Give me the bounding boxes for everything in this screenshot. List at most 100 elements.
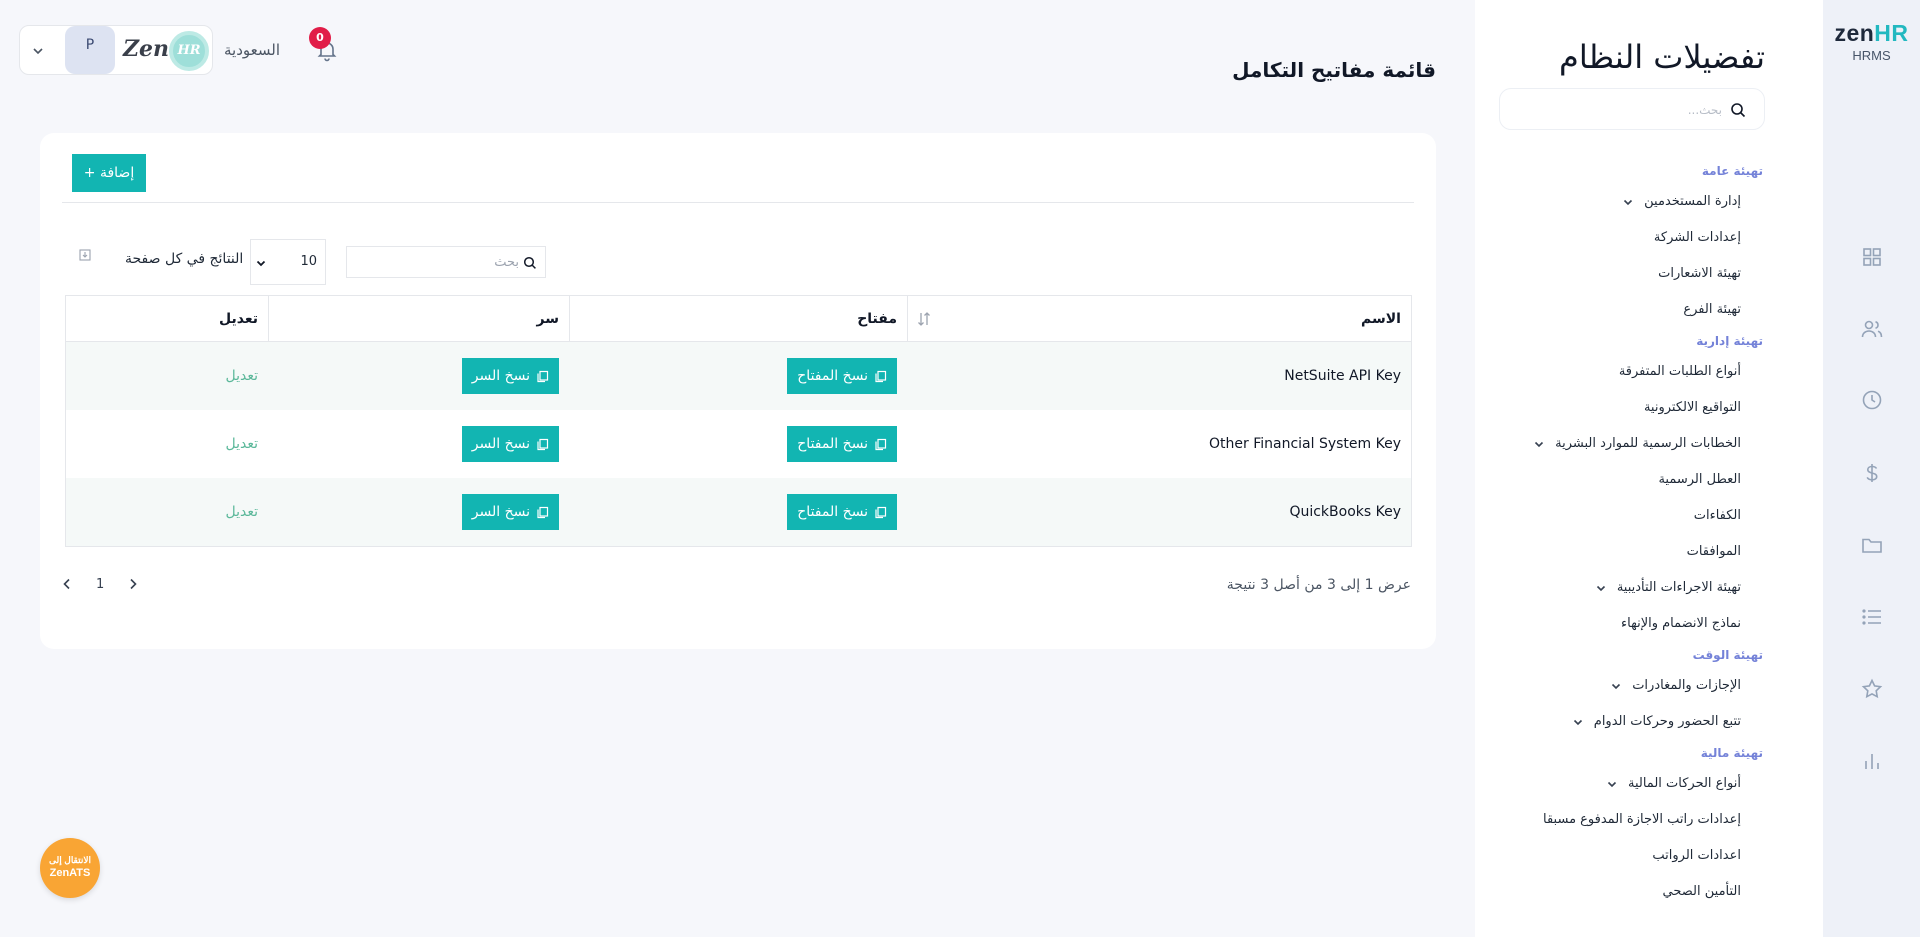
copy-secret-button[interactable]: نسخ السر <box>461 426 559 462</box>
list-icon[interactable] <box>1860 605 1884 629</box>
chevron-down-icon[interactable] <box>1533 438 1545 450</box>
sidebar-item[interactable]: أنواع الطلبات المتفرقة <box>1475 354 1763 390</box>
chevron-down-icon[interactable] <box>1610 680 1622 692</box>
sidebar-item-label: نماذج الانضمام والإنهاء <box>1621 616 1741 631</box>
chevron-left-icon[interactable] <box>60 577 74 591</box>
copy-icon <box>874 438 887 451</box>
account-switcher[interactable]: P Zen HR <box>19 25 213 75</box>
edit-link[interactable]: تعديل <box>226 436 259 452</box>
copy-secret-label: نسخ السر <box>471 436 530 452</box>
sidebar-item[interactable]: تهيئة الفرع <box>1475 292 1763 328</box>
zenats-line1: الانتقال إلى <box>49 855 91 865</box>
table-body: تعديل نسخ السر نسخ المفتاح NetSuite API Key… <box>66 342 1411 546</box>
table-row: تعديل نسخ السر نسخ المفتاح Other Financial … <box>66 410 1411 478</box>
settings-search-input[interactable] <box>1532 98 1722 122</box>
secret-cell: نسخ السر <box>268 478 569 546</box>
notification-badge[interactable]: 0 <box>309 27 331 49</box>
sidebar-item[interactable]: التأمين الصحي <box>1475 874 1763 910</box>
key-name: NetSuite API Key <box>1284 368 1401 384</box>
per-page-label: النتائج في كل صفحة <box>125 251 244 267</box>
edit-cell: تعديل <box>66 342 268 410</box>
company-logo-hr: HR <box>177 43 201 58</box>
copy-key-button[interactable]: نسخ المفتاح <box>787 494 897 530</box>
copy-key-button[interactable]: نسخ المفتاح <box>787 426 897 462</box>
sidebar-item-label: التواقيع الالكترونية <box>1643 400 1741 415</box>
sidebar-item[interactable]: إدارة المستخدمين <box>1475 184 1763 220</box>
nav-section-heading: تهيئة مالية <box>1700 746 1763 760</box>
column-header-secret: سر <box>268 296 569 342</box>
zenats-switch-button[interactable]: الانتقال إلى ZenATS <box>40 838 100 898</box>
copy-secret-label: نسخ السر <box>471 504 530 520</box>
country-label[interactable]: السعودية <box>224 41 280 59</box>
edit-cell: تعديل <box>66 478 268 546</box>
chevron-down-icon[interactable] <box>1595 582 1607 594</box>
sidebar-item[interactable]: الموافقات <box>1475 534 1763 570</box>
copy-icon <box>874 370 887 383</box>
copy-secret-button[interactable]: نسخ السر <box>461 358 559 394</box>
sidebar-item[interactable]: تهيئة الاجراءات التأديبية <box>1475 570 1763 606</box>
bar-chart-icon[interactable] <box>1860 749 1884 773</box>
sidebar-item[interactable]: التواقيع الالكترونية <box>1475 390 1763 426</box>
secret-cell: نسخ السر <box>268 342 569 410</box>
sidebar-item-label: إدارة المستخدمين <box>1644 194 1741 209</box>
sidebar-item[interactable]: تتبع الحضور وحركات الدوام <box>1475 704 1763 740</box>
settings-nav: تهيئة عامة إدارة المستخدمين إعدادات الشركة… <box>1475 158 1763 910</box>
folder-icon[interactable] <box>1860 533 1884 557</box>
sidebar-item-label: التأمين الصحي <box>1662 884 1741 899</box>
sidebar-item[interactable]: الإجازات والمغادرات <box>1475 668 1763 704</box>
add-button[interactable]: + إضافة <box>72 154 146 192</box>
grid-icon[interactable] <box>1860 245 1884 269</box>
copy-key-label: نسخ المفتاح <box>797 368 868 384</box>
edit-link[interactable]: تعديل <box>226 368 259 384</box>
sidebar-item[interactable]: تهيئة الاشعارات <box>1475 256 1763 292</box>
chevron-down-icon[interactable] <box>1622 196 1634 208</box>
chevron-down-icon[interactable] <box>1606 778 1618 790</box>
sidebar-item-label: الكفاءات <box>1693 508 1741 523</box>
sidebar-item[interactable]: أنواع الحركات المالية <box>1475 766 1763 802</box>
company-logo-ring: HR <box>169 31 209 71</box>
sidebar-item[interactable]: إعدادات الشركة <box>1475 220 1763 256</box>
copy-secret-button[interactable]: نسخ السر <box>461 494 559 530</box>
copy-icon <box>874 506 887 519</box>
clock-icon[interactable] <box>1860 388 1884 412</box>
table-search-input[interactable] <box>359 252 519 272</box>
export-icon[interactable] <box>78 248 92 262</box>
star-icon[interactable] <box>1860 677 1884 701</box>
avatar[interactable]: P <box>65 26 115 74</box>
column-header-name[interactable]: الاسم <box>907 296 1411 342</box>
sidebar-item[interactable]: إعدادات راتب الاجازة المدفوع مسبقا <box>1475 802 1763 838</box>
sidebar-item-label: اعدادات الرواتب <box>1652 848 1741 863</box>
sidebar-item[interactable]: الخطابات الرسمية للموارد البشرية <box>1475 426 1763 462</box>
edit-cell: تعديل <box>66 410 268 478</box>
sidebar-item-label: الخطابات الرسمية للموارد البشرية <box>1555 436 1741 451</box>
sidebar-item-label: تهيئة الاجراءات التأديبية <box>1616 580 1741 595</box>
dollar-icon[interactable] <box>1860 461 1884 485</box>
sidebar-item[interactable]: العطل الرسمية <box>1475 462 1763 498</box>
settings-panel: تفضيلات النظام تهيئة عامة إدارة المستخدمي… <box>1475 0 1823 937</box>
sidebar-item-label: العطل الرسمية <box>1658 472 1741 487</box>
sidebar-item-label: أنواع الطلبات المتفرقة <box>1618 364 1741 379</box>
sort-icon[interactable] <box>916 311 932 327</box>
search-icon <box>1730 102 1746 118</box>
nav-section-heading: تهيئة عامة <box>1701 164 1763 178</box>
sidebar-item[interactable]: نماذج الانضمام والإنهاء <box>1475 606 1763 642</box>
secret-cell: نسخ السر <box>268 410 569 478</box>
sidebar-item[interactable]: اعدادات الرواتب <box>1475 838 1763 874</box>
chevron-down-icon[interactable] <box>31 44 45 58</box>
brand-hr: HR <box>1874 20 1909 46</box>
nav-section-heading: تهيئة الوقت <box>1692 648 1763 662</box>
name-cell: QuickBooks Key <box>907 478 1411 546</box>
users-icon[interactable] <box>1860 317 1884 341</box>
nav-section-heading: تهيئة إدارية <box>1696 334 1763 348</box>
chevron-right-icon[interactable] <box>126 577 140 591</box>
per-page-select[interactable]: 10 <box>250 239 326 285</box>
settings-search <box>1499 88 1765 130</box>
copy-key-button[interactable]: نسخ المفتاح <box>787 358 897 394</box>
edit-link[interactable]: تعديل <box>226 504 259 520</box>
sidebar-item[interactable]: الكفاءات <box>1475 498 1763 534</box>
chevron-down-icon[interactable] <box>1572 716 1584 728</box>
brand-logo[interactable]: zenHR HRMS <box>1823 20 1920 63</box>
name-cell: Other Financial System Key <box>907 410 1411 478</box>
page-number[interactable]: 1 <box>96 577 104 592</box>
column-header-name-label: الاسم <box>1361 311 1401 327</box>
